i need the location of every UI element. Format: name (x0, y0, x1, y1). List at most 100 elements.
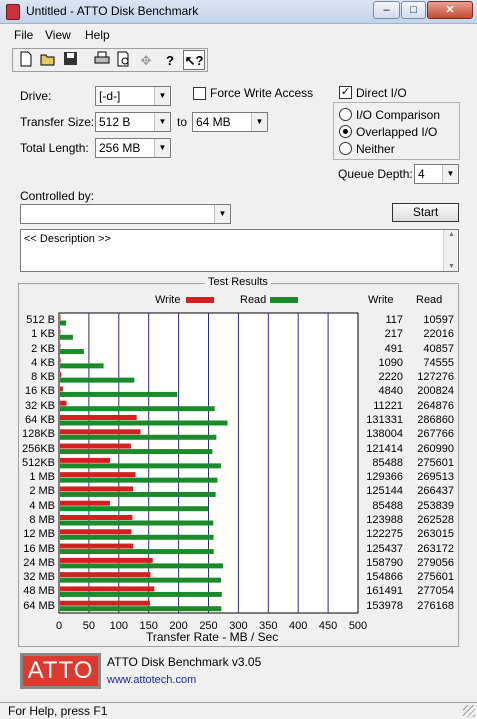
read-value: 264876 (417, 399, 454, 412)
close-button[interactable]: ✕ (427, 1, 473, 19)
status-bar: For Help, press F1 (0, 702, 477, 719)
read-value: 276168 (417, 599, 454, 612)
write-value: 117 (385, 314, 403, 326)
transfer-to-value: 64 MB (196, 115, 231, 129)
row-label: 32 KB (25, 399, 55, 412)
drive-label: Drive: (20, 89, 52, 103)
read-value: 279056 (417, 556, 454, 569)
direct-io-checkbox[interactable]: ✓ (339, 86, 352, 99)
write-value: 217 (384, 328, 403, 341)
new-button[interactable] (15, 50, 37, 70)
read-column-header: Read (416, 294, 443, 306)
version-text: ATTO Disk Benchmark v3.05 (107, 655, 262, 669)
controlled-by-select[interactable]: ▼ (20, 204, 231, 224)
queue-depth-select[interactable]: 4 ▼ (414, 164, 459, 184)
write-value: 85488 (372, 499, 403, 512)
overlapped-io-label: Overlapped I/O (356, 125, 438, 139)
write-value: 122275 (366, 528, 403, 541)
force-write-label: Force Write Access (210, 86, 314, 100)
menu-help[interactable]: Help (85, 28, 110, 42)
queue-depth-value: 4 (418, 167, 425, 181)
chevron-down-icon: ▼ (214, 205, 230, 223)
menu-bar: File View Help (0, 25, 477, 45)
row-label: 512KB (21, 456, 55, 469)
row-label: 128KB (21, 428, 55, 441)
read-value: 275601 (417, 456, 454, 469)
minimize-button[interactable]: – (373, 1, 400, 19)
resize-grip-icon[interactable] (463, 705, 475, 717)
maximize-button[interactable]: □ (401, 1, 426, 19)
total-length-select[interactable]: 256 MB ▼ (95, 138, 171, 158)
row-label: 64 MB (23, 599, 55, 612)
chevron-down-icon: ▼ (251, 113, 267, 131)
controlled-by-label: Controlled by: (20, 189, 95, 203)
chevron-down-icon: ▼ (154, 113, 170, 131)
read-value: 260990 (417, 442, 454, 455)
write-value: 121414 (366, 442, 403, 455)
read-value: 263015 (417, 528, 454, 541)
read-value: 269513 (417, 471, 454, 484)
write-value: 161491 (366, 585, 403, 598)
io-comparison-radio[interactable] (339, 108, 352, 121)
window-title: Untitled - ATTO Disk Benchmark (26, 4, 199, 18)
read-value: 10597 (423, 314, 454, 326)
write-value: 491 (384, 342, 403, 355)
drive-value: [-d-] (99, 89, 121, 103)
row-label: 48 MB (23, 585, 55, 598)
write-legend-label: Write (155, 294, 181, 306)
row-label: 4 KB (31, 356, 55, 369)
total-length-value: 256 MB (99, 141, 141, 155)
print-preview-icon (117, 51, 129, 67)
read-value: 127276 (417, 371, 454, 384)
neither-label: Neither (356, 142, 395, 156)
toolbar: ✥ ? ↖? (12, 48, 208, 72)
read-value: 262528 (417, 514, 454, 526)
direct-io-label: Direct I/O (356, 86, 407, 100)
transfer-to-select[interactable]: 64 MB ▼ (192, 112, 268, 132)
chevron-down-icon: ▼ (154, 139, 170, 157)
help-button[interactable]: ? (159, 50, 181, 70)
neither-radio[interactable] (339, 142, 352, 155)
overlapped-io-radio[interactable] (339, 125, 352, 138)
print-button[interactable] (91, 50, 113, 70)
write-value: 131331 (366, 414, 403, 426)
write-legend-swatch (186, 297, 214, 303)
write-value: 1090 (378, 356, 403, 369)
row-label: 32 MB (23, 571, 55, 584)
write-value: 129366 (366, 471, 403, 484)
print-preview-button[interactable] (113, 50, 135, 70)
queue-depth-label: Queue Depth: (338, 167, 413, 181)
transfer-from-select[interactable]: 512 B ▼ (95, 112, 171, 132)
atto-logo: ATTO (20, 653, 101, 689)
description-scrollbar[interactable]: ▲ ▼ (443, 230, 458, 271)
write-value: 125437 (366, 542, 403, 555)
write-value: 2220 (378, 371, 403, 384)
read-value: 263172 (417, 542, 454, 555)
row-label: 24 MB (23, 556, 55, 569)
force-write-checkbox[interactable] (193, 87, 206, 100)
open-button[interactable] (37, 50, 59, 70)
io-comparison-label: I/O Comparison (356, 108, 441, 122)
total-length-label: Total Length: (20, 141, 89, 155)
row-label: 16 MB (23, 542, 55, 555)
menu-file[interactable]: File (14, 28, 33, 42)
description-field[interactable]: << Description >> ▲ ▼ (20, 229, 459, 272)
read-legend-swatch (270, 297, 298, 303)
save-button[interactable] (59, 50, 81, 70)
start-button[interactable]: Start (392, 203, 459, 222)
menu-view[interactable]: View (45, 28, 71, 42)
write-value: 125144 (366, 485, 403, 498)
move-button[interactable]: ✥ (135, 50, 157, 70)
row-label: 1 KB (31, 328, 55, 341)
read-value: 275601 (417, 571, 454, 584)
write-value: 158790 (366, 556, 403, 569)
drive-select[interactable]: [-d-] ▼ (95, 86, 171, 106)
context-help-button[interactable]: ↖? (183, 50, 205, 70)
read-value: 253839 (417, 499, 454, 512)
row-label: 8 MB (29, 514, 55, 526)
read-value: 40857 (423, 342, 454, 355)
to-label: to (177, 115, 188, 129)
read-legend-label: Read (240, 294, 267, 306)
website-link[interactable]: www.attotech.com (107, 674, 196, 686)
write-column-header: Write (368, 294, 394, 306)
